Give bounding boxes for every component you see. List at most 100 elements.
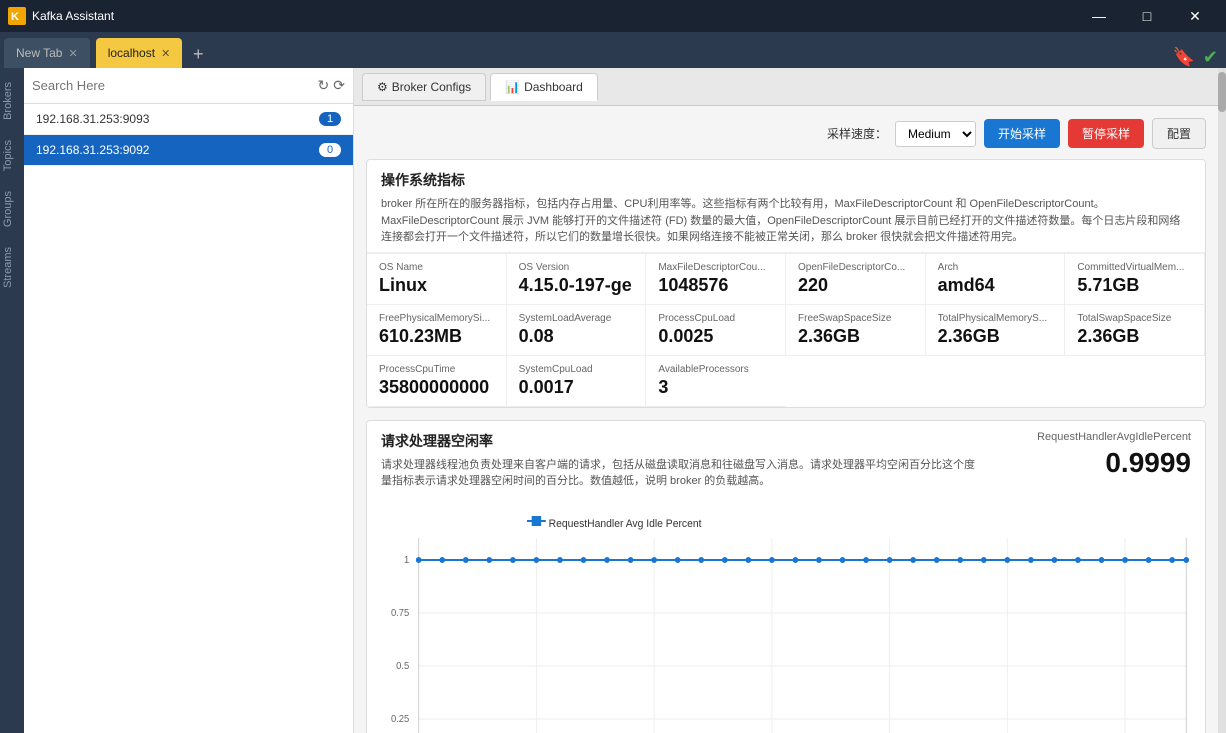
metric-name: OS Name xyxy=(379,262,494,273)
refresh-icon[interactable]: ↻ xyxy=(318,77,330,94)
svg-text:0.25: 0.25 xyxy=(391,713,409,724)
metric-value: 2.36GB xyxy=(938,326,1053,347)
window-controls: — □ ✕ xyxy=(1076,0,1218,32)
metric-cell: ProcessCpuLoad 0.0025 xyxy=(646,305,786,356)
metric-value: 0.0025 xyxy=(658,326,773,347)
app-title: Kafka Assistant xyxy=(32,9,1076,23)
metric-name: Arch xyxy=(938,262,1053,273)
chart-container: RequestHandler Avg Idle Percent 1 0.75 0… xyxy=(367,500,1205,733)
metric-value: 220 xyxy=(798,275,913,296)
metric-name: FreePhysicalMemorySi... xyxy=(379,313,494,324)
os-metrics-section: 操作系统指标 broker 所在所在的服务器指标，包括内存占用量、CPU利用率等… xyxy=(366,159,1206,408)
minimize-button[interactable]: — xyxy=(1076,0,1122,32)
metric-name: SystemLoadAverage xyxy=(519,313,634,324)
close-button[interactable]: ✕ xyxy=(1172,0,1218,32)
metric-name: ProcessCpuTime xyxy=(379,364,494,375)
metric-cell: TotalSwapSpaceSize2.36GB xyxy=(1065,305,1205,356)
metric-cell: FreeSwapSpaceSize 2.36GB xyxy=(786,305,926,356)
search-input[interactable] xyxy=(32,78,314,93)
metric-cell: MaxFileDescriptorCou...1048576 xyxy=(646,254,786,305)
rh-metric-name: RequestHandlerAvgIdlePercent xyxy=(991,431,1191,443)
rh-metric-value: 0.9999 xyxy=(991,447,1191,479)
metric-value: 4.15.0-197-ge xyxy=(519,275,634,296)
svg-text:0.5: 0.5 xyxy=(396,660,409,671)
rh-left: 请求处理器空闲率 请求处理器线程池负责处理来自客户端的请求，包括从磁盘读取消息和… xyxy=(381,431,979,490)
metric-name: OS Version xyxy=(519,262,634,273)
left-panel: ↻ ⟳ 192.168.31.253:9093 1 192.168.31.253… xyxy=(24,68,354,733)
tab-localhost[interactable]: localhost ✕ xyxy=(96,38,183,68)
config-button[interactable]: 配置 xyxy=(1152,118,1206,149)
tab-broker-configs[interactable]: ⚙ Broker Configs xyxy=(362,73,486,101)
maximize-button[interactable]: □ xyxy=(1124,0,1170,32)
sidebar-item-streams[interactable]: Streams xyxy=(0,237,24,298)
metric-cell: TotalPhysicalMemoryS...2.36GB xyxy=(926,305,1066,356)
metric-name: SystemCpuLoad xyxy=(519,364,634,375)
svg-text:0.75: 0.75 xyxy=(391,607,409,618)
metric-cell: Arch amd64 xyxy=(926,254,1066,305)
os-section-header: 操作系统指标 broker 所在所在的服务器指标，包括内存占用量、CPU利用率等… xyxy=(367,160,1205,253)
metric-name: FreeSwapSpaceSize xyxy=(798,313,913,324)
rh-right: RequestHandlerAvgIdlePercent 0.9999 xyxy=(991,431,1191,490)
toolbar: 采样速度： Medium Low High 开始采样 暂停采样 配置 xyxy=(366,118,1206,149)
metric-value: 2.36GB xyxy=(798,326,913,347)
rh-header: 请求处理器空闲率 请求处理器线程池负责处理来自客户端的请求，包括从磁盘读取消息和… xyxy=(367,421,1205,500)
right-panel: ⚙ Broker Configs 📊 Dashboard 采样速度： Mediu… xyxy=(354,68,1218,733)
tab-bar-right: 🔖 ✔ xyxy=(1172,47,1226,68)
svg-text:1: 1 xyxy=(404,554,409,565)
metric-cell: OpenFileDescriptorCo... 220 xyxy=(786,254,926,305)
broker-address: 192.168.31.253:9093 xyxy=(36,112,319,126)
metric-value: amd64 xyxy=(938,275,1053,296)
metric-value: 0.08 xyxy=(519,326,634,347)
metric-cell: FreePhysicalMemorySi... 610.23MB xyxy=(367,305,507,356)
rh-description: 请求处理器线程池负责处理来自客户端的请求，包括从磁盘读取消息和往磁盘写入消息。请… xyxy=(381,457,979,490)
dashboard-icon: 📊 xyxy=(505,80,520,94)
os-section-desc: broker 所在所在的服务器指标，包括内存占用量、CPU利用率等。这些指标有两… xyxy=(381,196,1191,246)
broker-list: 192.168.31.253:9093 1 192.168.31.253:909… xyxy=(24,104,353,733)
tab-dashboard[interactable]: 📊 Dashboard xyxy=(490,73,598,101)
sidebar-item-groups[interactable]: Groups xyxy=(0,181,24,237)
new-tab-button[interactable]: + xyxy=(184,40,212,68)
broker-address: 192.168.31.253:9092 xyxy=(36,143,319,157)
reload-icon[interactable]: ⟳ xyxy=(333,77,345,94)
tab-close-icon[interactable]: ✕ xyxy=(68,47,77,60)
metric-cell: SystemLoadAverage 0.08 xyxy=(507,305,647,356)
metric-name: ProcessCpuLoad xyxy=(658,313,773,324)
content-tabs: ⚙ Broker Configs 📊 Dashboard xyxy=(354,68,1218,106)
main-layout: Brokers Topics Groups Streams ↻ ⟳ 192.16… xyxy=(0,68,1226,733)
metric-value: 35800000000 xyxy=(379,377,494,398)
metric-cell: AvailableProcessors3 xyxy=(646,356,786,407)
chart-svg: RequestHandler Avg Idle Percent 1 0.75 0… xyxy=(381,508,1191,733)
tab-close-icon[interactable]: ✕ xyxy=(161,47,170,60)
start-sampling-button[interactable]: 开始采样 xyxy=(984,119,1060,148)
sidebar-item-topics[interactable]: Topics xyxy=(0,130,24,181)
metric-cell: OS Name Linux xyxy=(367,254,507,305)
metric-cell: OS Version 4.15.0-197-ge xyxy=(507,254,647,305)
metric-value: 610.23MB xyxy=(379,326,494,347)
broker-badge: 0 xyxy=(319,143,341,157)
right-scrollbar[interactable] xyxy=(1218,68,1226,733)
search-bar: ↻ ⟳ xyxy=(24,68,353,104)
tab-new-tab[interactable]: New Tab ✕ xyxy=(4,38,90,68)
tab-label: localhost xyxy=(108,46,155,60)
broker-item[interactable]: 192.168.31.253:9093 1 xyxy=(24,104,353,135)
metric-name: TotalSwapSpaceSize xyxy=(1077,313,1192,324)
metric-cell: SystemCpuLoad 0.0017 xyxy=(507,356,647,407)
svg-text:RequestHandler Avg Idle Percen: RequestHandler Avg Idle Percent xyxy=(549,517,702,529)
stop-sampling-button[interactable]: 暂停采样 xyxy=(1068,119,1144,148)
bookmark-icon: 🔖 xyxy=(1172,47,1194,68)
sidebar-item-brokers[interactable]: Brokers xyxy=(0,72,24,130)
broker-item-active[interactable]: 192.168.31.253:9092 0 xyxy=(24,135,353,166)
metric-value: 3 xyxy=(658,377,774,398)
app-icon: K xyxy=(8,7,26,25)
title-bar: K Kafka Assistant — □ ✕ xyxy=(0,0,1226,32)
metric-cell: ProcessCpuTime 35800000000 xyxy=(367,356,507,407)
os-section-title: 操作系统指标 xyxy=(381,170,1191,190)
metric-name: OpenFileDescriptorCo... xyxy=(798,262,913,273)
sample-rate-label: 采样速度： xyxy=(827,125,887,142)
sample-rate-select[interactable]: Medium Low High xyxy=(895,121,976,147)
scrollbar-thumb xyxy=(1218,72,1226,112)
sidebar-icons: Brokers Topics Groups Streams xyxy=(0,68,24,733)
svg-text:K: K xyxy=(11,11,19,23)
metric-value: Linux xyxy=(379,275,494,296)
metric-value: 0.0017 xyxy=(519,377,634,398)
